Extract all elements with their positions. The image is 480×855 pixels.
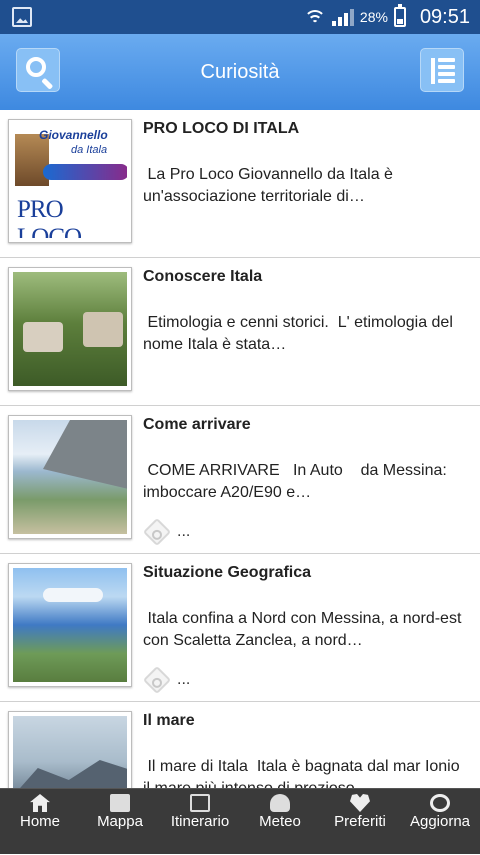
gallery-notification-icon [12,7,32,27]
sea-photo [13,568,127,682]
curiosity-list[interactable]: Giovannello da Itala PRO LOCO PRO LOCO D… [0,110,480,788]
wifi-icon [303,8,326,26]
refresh-icon [430,794,450,812]
bottom-tab-bar: Home Mappa Itinerario Meteo Preferiti Ag… [0,788,480,854]
item-description: La Pro Loco Giovannello da Itala è un'as… [143,166,398,205]
sea-photo [13,716,127,788]
status-icons: 28% 09:51 [303,0,470,34]
coast-photo [13,420,127,534]
clock: 09:51 [419,5,470,28]
item-thumbnail: Giovannello da Itala PRO LOCO [8,119,132,243]
home-icon [30,794,50,812]
list-item[interactable]: Il mare Il mare di Itala Itala è bagnata… [0,702,480,788]
list-item[interactable]: Giovannello da Itala PRO LOCO PRO LOCO D… [0,110,480,258]
item-title: Conoscere Itala [143,268,263,285]
item-title: Come arrivare [143,416,251,433]
item-more-link[interactable]: ... [142,517,190,547]
map-icon [110,794,130,812]
tab-favorites[interactable]: Preferiti [320,789,400,855]
item-title: PRO LOCO DI ITALA [143,120,300,137]
menu-button[interactable] [420,48,464,92]
directions-icon [142,665,172,695]
tab-itinerary[interactable]: Itinerario [160,789,240,855]
item-description: Il mare di Itala Itala è bagnata dal mar… [143,758,460,788]
list-menu-icon [429,58,457,84]
weather-icon [270,794,290,812]
tab-refresh[interactable]: Aggiorna [400,789,480,855]
item-description: Etimologia e cenni storici. L' etimologi… [143,314,458,353]
itinerary-icon [190,794,210,812]
tab-home[interactable]: Home [0,789,80,855]
item-thumbnail [8,267,132,391]
list-item[interactable]: Situazione Geografica Itala confina a No… [0,554,480,702]
item-more-link[interactable]: ... [142,665,190,695]
pro-loco-logo: Giovannello da Itala PRO LOCO [13,124,127,238]
item-thumbnail [8,563,132,687]
battery-percent: 28% [359,9,388,25]
list-item[interactable]: Conoscere Itala Etimologia e cenni stori… [0,258,480,406]
page-title: Curiosità [200,61,280,83]
item-description: Itala confina a Nord con Messina, a nord… [143,610,466,649]
tab-map[interactable]: Mappa [80,789,160,855]
item-thumbnail [8,711,132,788]
item-description: COME ARRIVARE In Auto da Messina: imbocc… [143,462,452,501]
signal-icon [331,8,354,26]
status-bar: 28% 09:51 [0,0,480,34]
heart-icon [350,794,370,812]
battery-icon [393,4,406,27]
directions-icon [142,517,172,547]
app-header: Curiosità [0,34,480,110]
tab-weather[interactable]: Meteo [240,789,320,855]
list-item[interactable]: Come arrivare COME ARRIVARE In Auto da M… [0,406,480,554]
item-title: Il mare [143,712,195,729]
item-thumbnail [8,415,132,539]
village-photo [13,272,127,386]
item-title: Situazione Geografica [143,564,312,581]
